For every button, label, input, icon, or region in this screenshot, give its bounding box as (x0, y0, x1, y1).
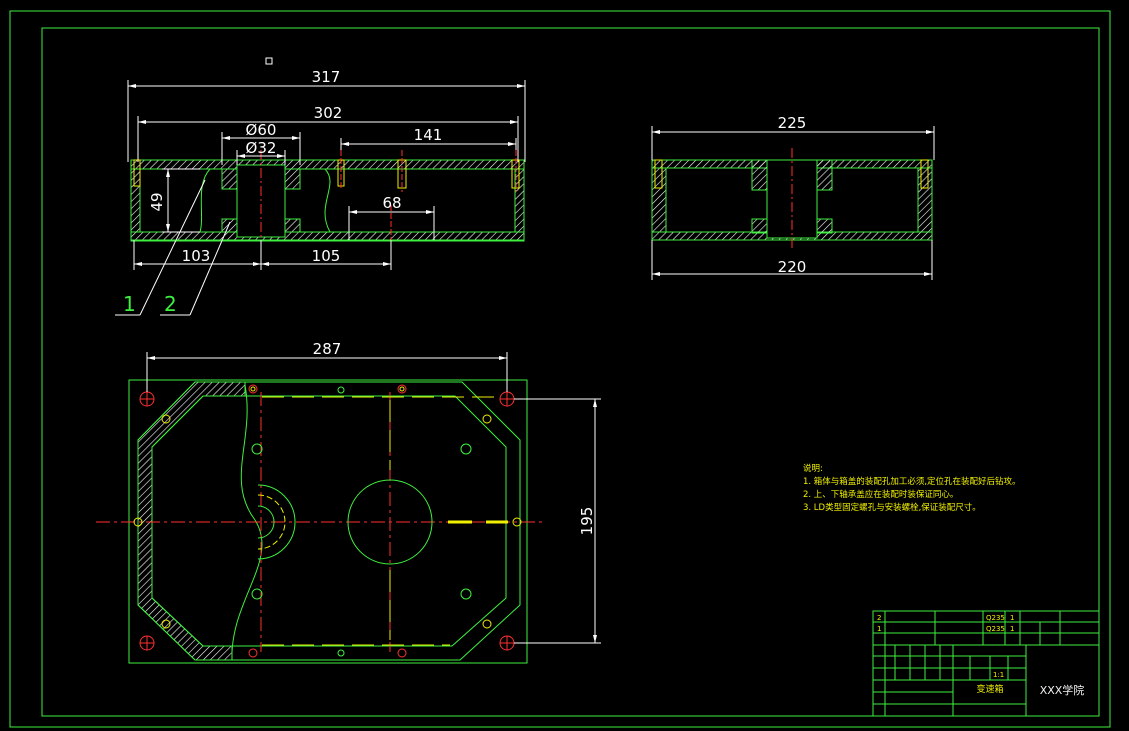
dim-offset-141: 141 (414, 126, 443, 144)
side-section-view: 225 220 (651, 114, 935, 280)
dim-bore-outer: Ø60 (246, 121, 277, 139)
row-number-1: 1 (877, 625, 881, 633)
dim-side-bottom-width: 220 (778, 258, 807, 276)
notes-line-1: 1. 箱体与箱盖的装配孔加工必须,定位孔在装配好后钻攻。 (803, 476, 1021, 487)
plan-left-wall-hatch (137, 381, 246, 661)
notes-line-2: 2. 上、下轴承盖应在装配时装保证同心。 (803, 489, 958, 500)
side-left-wall-hatch (651, 167, 667, 233)
row-material-1: Q235 (986, 614, 1005, 622)
dim-inner-length: 302 (314, 104, 343, 122)
title-school: XXX学院 (1040, 683, 1085, 697)
notes-title: 说明: (803, 463, 823, 474)
dim-overall-length: 317 (312, 68, 341, 86)
pick-box-marker (265, 57, 273, 65)
front-section-view: 317 302 Ø60 Ø32 141 49 68 103 105 1 2 (115, 68, 526, 316)
leader-label-1: 1 (123, 292, 136, 316)
row-number-2: 2 (877, 614, 881, 622)
dim-bore-inner: Ø32 (246, 139, 277, 157)
row-material-2: Q235 (986, 625, 1005, 633)
row-qty-1: 1 (1010, 614, 1014, 622)
title-part-name: 变速箱 (976, 683, 1003, 695)
dim-plan-width: 195 (578, 507, 596, 536)
front-break-line-left (199, 168, 211, 233)
front-break-line (324, 168, 331, 233)
cad-drawing-canvas[interactable]: 317 302 Ø60 Ø32 141 49 68 103 105 1 2 22… (0, 0, 1129, 731)
front-bottom-hatch (130, 231, 525, 241)
row-qty-2: 1 (1010, 625, 1014, 633)
front-left-wall-hatch (130, 168, 141, 233)
technical-notes: 说明: 1. 箱体与箱盖的装配孔加工必须,定位孔在装配好后钻攻。 2. 上、下轴… (803, 463, 1021, 513)
dim-left-103: 103 (182, 247, 211, 265)
front-top-flange-hatch (130, 159, 525, 170)
leader-label-2: 2 (164, 292, 177, 316)
notes-line-3: 3. LD类型固定螺孔与安装螺栓,保证装配尺寸。 (803, 502, 981, 513)
dim-offset-68: 68 (382, 194, 401, 212)
title-scale: 1:1 (993, 671, 1004, 679)
dim-right-105: 105 (312, 247, 341, 265)
inner-frame (41, 27, 1100, 717)
top-plan-view: 287 195 (96, 340, 601, 664)
dim-side-top-width: 225 (778, 114, 807, 132)
dim-plan-length: 287 (313, 340, 342, 358)
side-right-wall-hatch (917, 167, 933, 233)
dim-height-49: 49 (148, 192, 166, 211)
